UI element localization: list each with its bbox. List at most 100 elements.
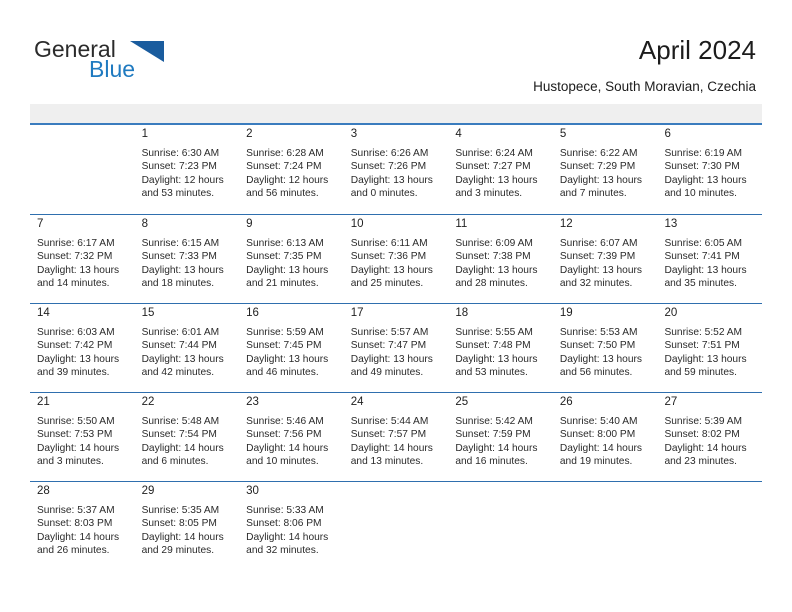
calendar-day-cell[interactable]: 19 Sunrise: 5:53 AM Sunset: 7:50 PM Dayligh… xyxy=(553,304,658,392)
calendar-day-cell[interactable]: 11 Sunrise: 6:09 AM Sunset: 7:38 PM Dayligh… xyxy=(448,215,553,303)
day-detail-line: Daylight: 14 hours xyxy=(350,442,433,454)
day-detail-line: and 59 minutes. xyxy=(664,366,737,378)
calendar-day-cell[interactable]: 26 Sunrise: 5:40 AM Sunset: 8:00 PM Dayligh… xyxy=(553,393,658,481)
calendar-day-cell[interactable]: 17 Sunrise: 5:57 AM Sunset: 7:47 PM Dayligh… xyxy=(344,304,449,392)
day-detail-line: Sunrise: 5:55 AM xyxy=(455,327,533,338)
calendar-day-cell[interactable]: 16 Sunrise: 5:59 AM Sunset: 7:45 PM Dayligh… xyxy=(239,304,344,392)
day-number xyxy=(455,482,553,501)
day-detail-line: Sunset: 8:05 PM xyxy=(141,518,217,530)
calendar-day-cell[interactable]: 13 Sunrise: 6:05 AM Sunset: 7:41 PM Dayligh… xyxy=(657,215,762,303)
day-sun-details: Sunrise: 6:28 AM Sunset: 7:24 PM Daylight:… xyxy=(246,147,344,200)
triangle-icon xyxy=(130,41,164,62)
day-number: 8 xyxy=(141,218,148,230)
day-sun-details: Sunrise: 6:05 AM Sunset: 7:41 PM Daylight:… xyxy=(664,237,762,290)
calendar-day-cell[interactable]: 6 Sunrise: 6:19 AM Sunset: 7:30 PM Daylight… xyxy=(657,125,762,214)
day-detail-line: Sunrise: 5:52 AM xyxy=(664,327,743,338)
calendar-day-cell[interactable]: 30 Sunrise: 5:33 AM Sunset: 8:06 PM Dayligh… xyxy=(239,482,344,570)
day-detail-line: Sunset: 8:06 PM xyxy=(246,518,322,530)
calendar-day-cell[interactable]: 24 Sunrise: 5:44 AM Sunset: 7:57 PM Dayligh… xyxy=(344,393,449,481)
day-detail-line: and 14 minutes. xyxy=(37,277,110,289)
day-cell-content: 12 Sunrise: 6:07 AM Sunset: 7:39 PM Dayligh… xyxy=(553,215,658,290)
day-sun-details: Sunrise: 5:46 AM Sunset: 7:56 PM Daylight:… xyxy=(246,415,344,468)
day-detail-line: and 39 minutes. xyxy=(37,366,110,378)
day-detail-line: Daylight: 13 hours xyxy=(350,264,433,276)
day-number: 17 xyxy=(350,307,364,319)
day-sun-details: Sunrise: 6:09 AM Sunset: 7:38 PM Daylight:… xyxy=(455,237,553,290)
calendar-day-cell[interactable]: 8 Sunrise: 6:15 AM Sunset: 7:33 PM Daylight… xyxy=(135,215,240,303)
day-detail-line: Sunrise: 6:17 AM xyxy=(37,238,115,249)
day-cell-content: 21 Sunrise: 5:50 AM Sunset: 7:53 PM Dayligh… xyxy=(30,393,135,468)
calendar-day-cell[interactable]: 23 Sunrise: 5:46 AM Sunset: 7:56 PM Dayligh… xyxy=(239,393,344,481)
calendar-day-cell[interactable]: 22 Sunrise: 5:48 AM Sunset: 7:54 PM Dayligh… xyxy=(135,393,240,481)
day-cell-content xyxy=(657,482,762,501)
calendar-day-cell[interactable]: 7 Sunrise: 6:17 AM Sunset: 7:32 PM Daylight… xyxy=(30,215,135,303)
calendar-day-cell[interactable]: 27 Sunrise: 5:39 AM Sunset: 8:02 PM Dayligh… xyxy=(657,393,762,481)
day-cell-content: 7 Sunrise: 6:17 AM Sunset: 7:32 PM Daylight… xyxy=(30,215,135,290)
day-cell-content: 28 Sunrise: 5:37 AM Sunset: 8:03 PM Dayligh… xyxy=(30,482,135,557)
calendar-page: General Blue April 2024 Hustopece, South… xyxy=(0,0,792,612)
calendar-grid: SundayMondayTuesdayWednesdayThursdayFrid… xyxy=(30,104,762,570)
page-header: General Blue April 2024 Hustopece, South… xyxy=(0,0,792,100)
day-cell-content: 23 Sunrise: 5:46 AM Sunset: 7:56 PM Dayligh… xyxy=(239,393,344,468)
day-detail-line: Sunset: 7:47 PM xyxy=(350,340,427,352)
day-detail-line: Sunrise: 5:39 AM xyxy=(664,416,743,427)
day-detail-line: Sunset: 7:48 PM xyxy=(455,340,531,352)
day-number: 10 xyxy=(350,218,364,230)
day-sun-details: Sunrise: 5:44 AM Sunset: 7:57 PM Daylight:… xyxy=(351,415,449,468)
calendar-day-cell[interactable]: 28 Sunrise: 5:37 AM Sunset: 8:03 PM Dayligh… xyxy=(30,482,135,570)
calendar-day-cell[interactable]: 5 Sunrise: 6:22 AM Sunset: 7:29 PM Daylight… xyxy=(553,125,658,214)
calendar-day-cell[interactable]: 18 Sunrise: 5:55 AM Sunset: 7:48 PM Dayligh… xyxy=(448,304,553,392)
day-detail-line: Sunset: 7:57 PM xyxy=(350,429,427,441)
day-cell-content: 3 Sunrise: 6:26 AM Sunset: 7:26 PM Daylight… xyxy=(344,125,449,200)
calendar-day-cell[interactable]: 9 Sunrise: 6:13 AM Sunset: 7:35 PM Daylight… xyxy=(239,215,344,303)
day-detail-line: and 53 minutes. xyxy=(455,366,528,378)
day-number: 14 xyxy=(37,307,50,319)
day-detail-line: Daylight: 14 hours xyxy=(141,531,224,543)
day-detail-line: and 0 minutes. xyxy=(350,187,418,199)
day-number: 21 xyxy=(37,396,50,408)
day-number: 1 xyxy=(141,128,148,140)
day-sun-details: Sunrise: 6:13 AM Sunset: 7:35 PM Daylight:… xyxy=(246,237,344,290)
day-detail-line: Sunset: 7:23 PM xyxy=(141,161,217,173)
day-detail-line: Sunrise: 6:26 AM xyxy=(350,148,429,159)
day-detail-line: Sunset: 7:27 PM xyxy=(455,161,531,173)
day-detail-line: Daylight: 13 hours xyxy=(664,264,747,276)
day-number: 19 xyxy=(559,307,573,319)
day-cell-content: 4 Sunrise: 6:24 AM Sunset: 7:27 PM Daylight… xyxy=(448,125,553,200)
day-number: 16 xyxy=(246,307,259,319)
day-detail-line: Daylight: 13 hours xyxy=(246,353,329,365)
calendar-day-cell[interactable]: 3 Sunrise: 6:26 AM Sunset: 7:26 PM Daylight… xyxy=(344,125,449,214)
calendar-day-cell[interactable]: 12 Sunrise: 6:07 AM Sunset: 7:39 PM Dayligh… xyxy=(553,215,658,303)
day-detail-line: Daylight: 14 hours xyxy=(37,442,120,454)
calendar-day-cell[interactable]: 20 Sunrise: 5:52 AM Sunset: 7:51 PM Dayligh… xyxy=(657,304,762,392)
calendar-day-cell[interactable]: 15 Sunrise: 6:01 AM Sunset: 7:44 PM Dayligh… xyxy=(135,304,240,392)
calendar-day-cell[interactable]: 4 Sunrise: 6:24 AM Sunset: 7:27 PM Daylight… xyxy=(448,125,553,214)
day-detail-line: Daylight: 13 hours xyxy=(455,353,538,365)
day-cell-content: 11 Sunrise: 6:09 AM Sunset: 7:38 PM Dayligh… xyxy=(448,215,553,290)
day-detail-line: and 6 minutes. xyxy=(141,455,209,467)
calendar-day-cell[interactable]: 2 Sunrise: 6:28 AM Sunset: 7:24 PM Daylight… xyxy=(239,125,344,214)
day-detail-line: Sunrise: 5:59 AM xyxy=(246,327,324,338)
day-detail-line: Sunset: 7:56 PM xyxy=(246,429,322,441)
day-cell-content: 20 Sunrise: 5:52 AM Sunset: 7:51 PM Dayligh… xyxy=(657,304,762,379)
day-number: 18 xyxy=(455,307,469,319)
day-detail-line: and 13 minutes. xyxy=(350,455,424,467)
calendar-day-cell[interactable]: 21 Sunrise: 5:50 AM Sunset: 7:53 PM Dayligh… xyxy=(30,393,135,481)
calendar-day-cell[interactable]: 10 Sunrise: 6:11 AM Sunset: 7:36 PM Dayligh… xyxy=(344,215,449,303)
day-sun-details: Sunrise: 6:19 AM Sunset: 7:30 PM Daylight:… xyxy=(664,147,762,200)
calendar-empty-cell xyxy=(448,482,553,570)
day-detail-line: Sunrise: 5:48 AM xyxy=(141,416,220,427)
calendar-day-cell[interactable]: 29 Sunrise: 5:35 AM Sunset: 8:05 PM Dayligh… xyxy=(135,482,240,570)
day-detail-line: Sunset: 8:02 PM xyxy=(664,429,740,441)
day-detail-line: and 3 minutes. xyxy=(37,455,104,467)
day-detail-line: and 32 minutes. xyxy=(559,277,633,289)
day-number xyxy=(560,482,658,501)
day-detail-line: Sunrise: 5:46 AM xyxy=(246,416,324,427)
calendar-day-cell[interactable]: 14 Sunrise: 6:03 AM Sunset: 7:42 PM Dayligh… xyxy=(30,304,135,392)
day-detail-line: Sunset: 7:30 PM xyxy=(664,161,740,173)
day-number: 6 xyxy=(664,128,671,140)
day-number: 5 xyxy=(559,128,567,140)
calendar-day-cell[interactable]: 25 Sunrise: 5:42 AM Sunset: 7:59 PM Dayligh… xyxy=(448,393,553,481)
calendar-day-cell[interactable]: 1 Sunrise: 6:30 AM Sunset: 7:23 PM Daylight… xyxy=(135,125,240,214)
day-cell-content: 17 Sunrise: 5:57 AM Sunset: 7:47 PM Dayligh… xyxy=(344,304,449,379)
